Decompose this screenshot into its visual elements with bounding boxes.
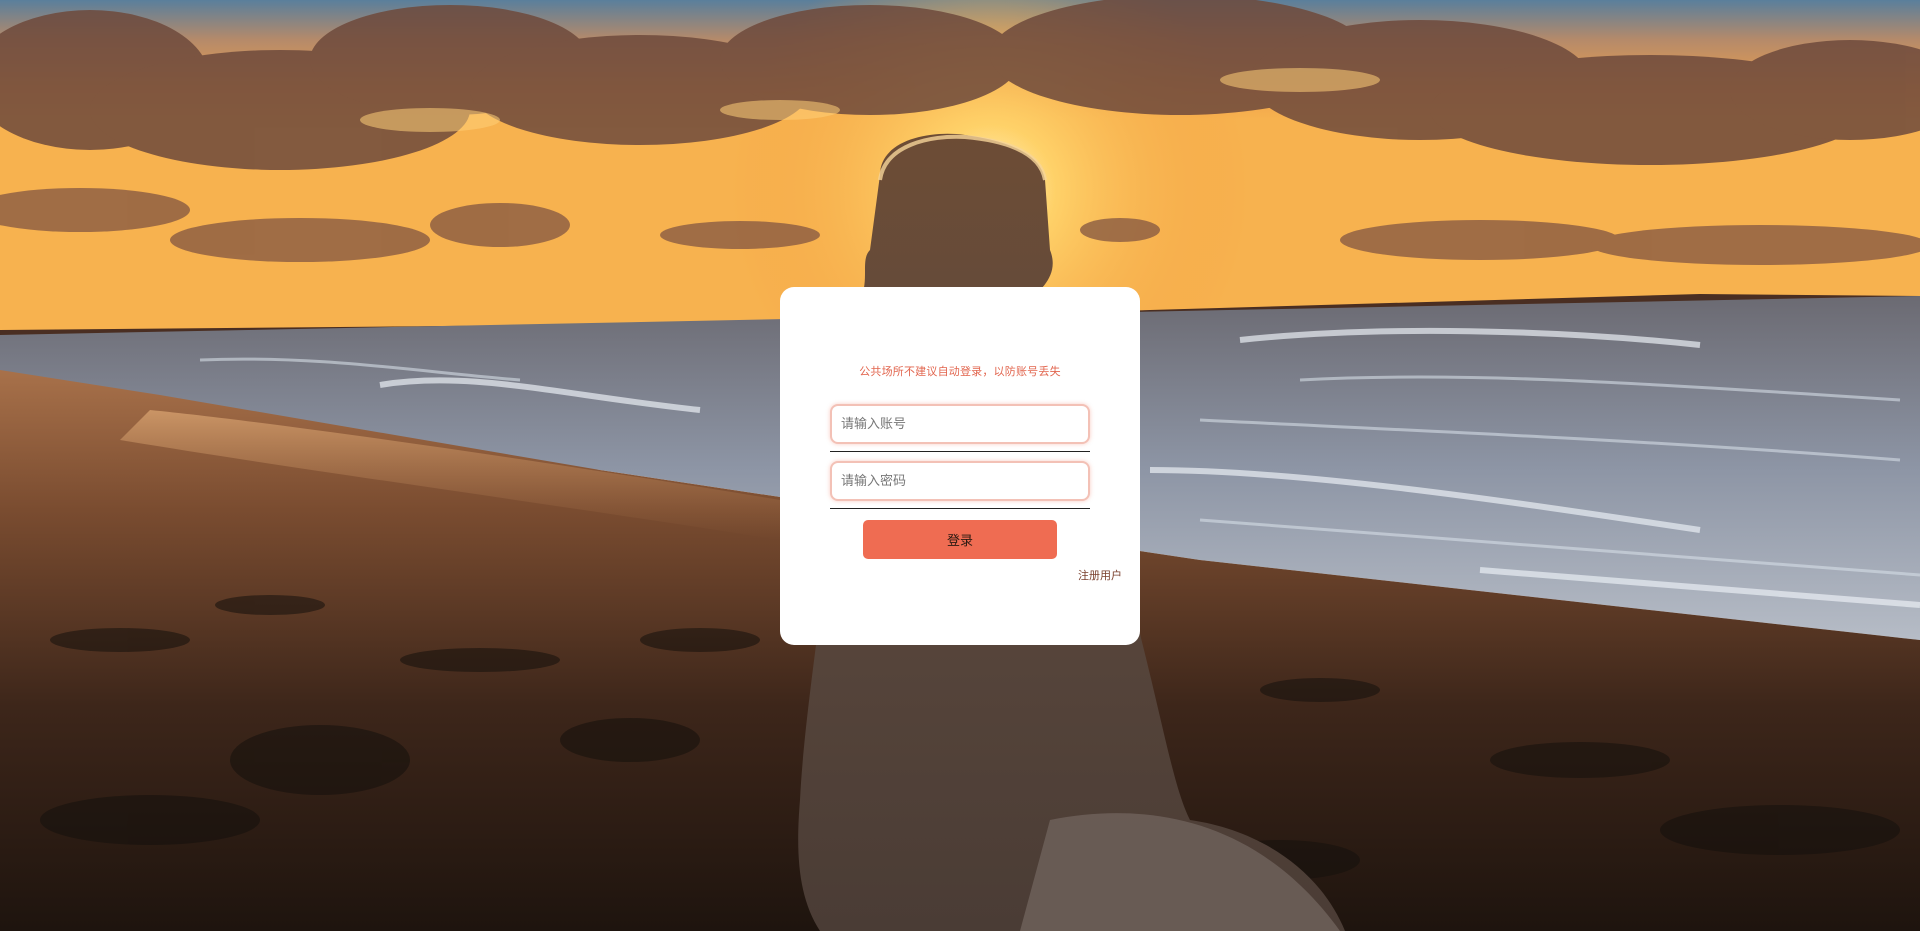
register-link[interactable]: 注册用户 [1078, 567, 1122, 583]
password-field-group [830, 461, 1090, 509]
login-card: 公共场所不建议自动登录，以防账号丢失 登录 注册用户 [780, 287, 1140, 645]
login-button[interactable]: 登录 [863, 520, 1057, 559]
account-input[interactable] [830, 404, 1090, 444]
password-field-underline [830, 508, 1090, 509]
account-field-group [830, 404, 1090, 452]
account-field-underline [830, 451, 1090, 452]
security-warning-text: 公共场所不建议自动登录，以防账号丢失 [859, 365, 1061, 378]
password-input[interactable] [830, 461, 1090, 501]
